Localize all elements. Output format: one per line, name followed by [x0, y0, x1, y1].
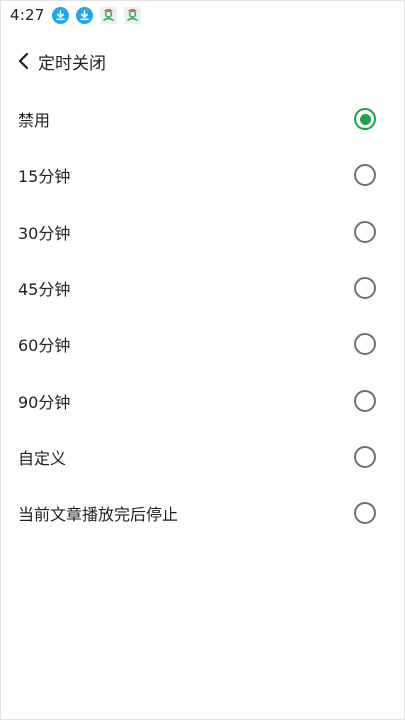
option-disabled[interactable]: 禁用 — [1, 91, 405, 147]
page-title: 定时关闭 — [38, 53, 106, 74]
radio-button[interactable] — [354, 108, 376, 131]
option-stop-after-article[interactable]: 当前文章播放完后停止 — [1, 485, 405, 541]
option-60-min[interactable]: 60分钟 — [1, 316, 405, 372]
option-45-min[interactable]: 45分钟 — [1, 260, 405, 316]
app-notification-icon — [124, 6, 142, 24]
screen: 4:27 定时关闭 禁用 15分钟 30分钟 45分钟 60分钟 90分钟 自定… — [0, 0, 405, 720]
radio-button[interactable] — [354, 164, 376, 187]
option-custom[interactable]: 自定义 — [1, 429, 405, 485]
radio-button[interactable] — [354, 445, 376, 468]
option-label: 当前文章播放完后停止 — [18, 505, 179, 525]
radio-button[interactable] — [354, 502, 376, 525]
option-label: 30分钟 — [18, 223, 71, 243]
option-label: 90分钟 — [18, 392, 71, 412]
option-label: 45分钟 — [18, 280, 71, 300]
option-label: 15分钟 — [18, 167, 71, 187]
option-label: 60分钟 — [18, 336, 71, 356]
download-icon — [76, 6, 94, 24]
status-bar: 4:27 — [1, 1, 405, 29]
radio-dot — [359, 113, 371, 125]
option-90-min[interactable]: 90分钟 — [1, 372, 405, 428]
header: 定时关闭 — [1, 41, 405, 81]
radio-button[interactable] — [354, 220, 376, 243]
timer-option-list: 禁用 15分钟 30分钟 45分钟 60分钟 90分钟 自定义 当前文章播放完后… — [1, 91, 405, 541]
radio-button[interactable] — [354, 277, 376, 300]
chevron-left-icon — [18, 52, 29, 70]
option-15-min[interactable]: 15分钟 — [1, 147, 405, 203]
download-icon — [52, 6, 70, 24]
radio-button[interactable] — [354, 333, 376, 356]
option-30-min[interactable]: 30分钟 — [1, 204, 405, 260]
radio-button[interactable] — [354, 389, 376, 412]
app-notification-icon — [100, 6, 118, 24]
option-label: 禁用 — [18, 111, 51, 131]
option-label: 自定义 — [18, 448, 67, 468]
status-time: 4:27 — [10, 6, 45, 24]
